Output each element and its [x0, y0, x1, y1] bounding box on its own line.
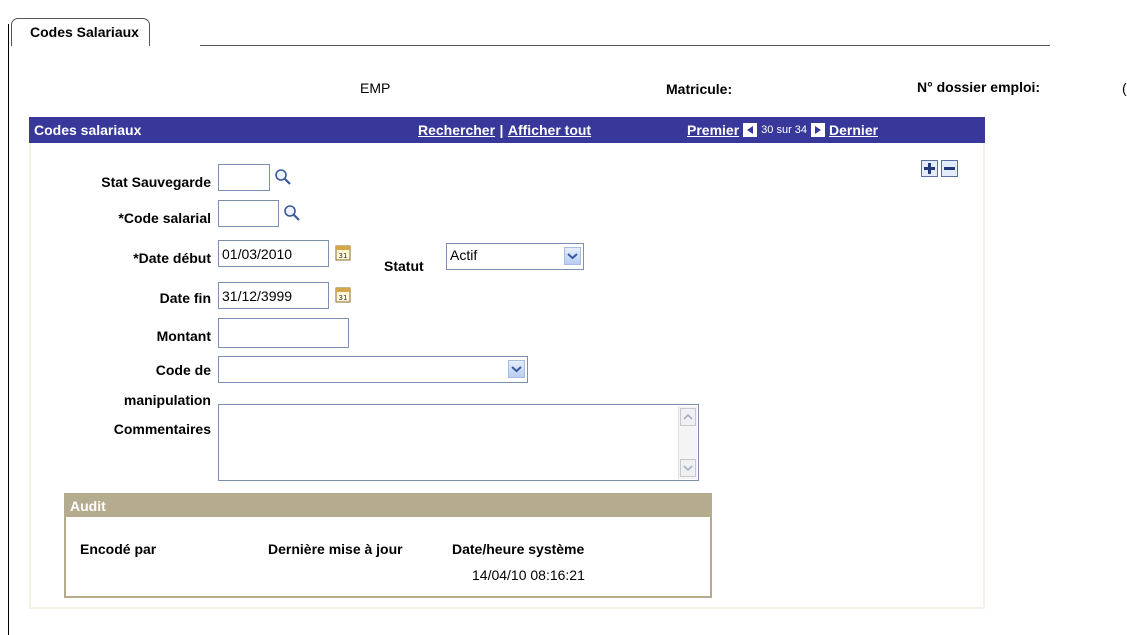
commentaires-label: Commentaires [113, 421, 211, 437]
date-heure-systeme-label: Date/heure système [452, 541, 585, 557]
plus-icon [924, 163, 935, 174]
date-fin-input[interactable] [218, 282, 329, 309]
scroll-up-icon[interactable] [680, 408, 696, 426]
statut-label: Statut [384, 258, 424, 274]
dossier-emploi-value: ( [1122, 80, 1127, 96]
commentaires-scrollbar[interactable] [678, 406, 697, 479]
chevron-down-icon [508, 360, 525, 378]
date-debut-label: *Date début [133, 250, 211, 266]
minus-icon [944, 167, 955, 170]
row-position: 30 sur 34 [761, 124, 808, 136]
code-salarial-label: *Code salarial [118, 210, 211, 226]
dernier-link[interactable]: Dernier [829, 122, 878, 138]
rechercher-link[interactable]: Rechercher [418, 122, 495, 138]
commentaires-textarea[interactable] [218, 404, 699, 481]
grid-title: Codes salariaux [34, 122, 142, 138]
calendar-icon[interactable]: 31 [335, 245, 351, 261]
dossier-emploi-label: N° dossier emploi: [917, 79, 1041, 95]
code-manipulation-label-line2: manipulation [123, 392, 211, 408]
statut-value: Actif [450, 247, 478, 263]
svg-text:31: 31 [339, 252, 348, 260]
chevron-down-icon [564, 247, 581, 265]
next-arrow-icon[interactable] [811, 123, 826, 137]
montant-label: Montant [156, 328, 211, 344]
code-manipulation-select[interactable] [218, 356, 528, 383]
code-manipulation-label-line1: Code de [155, 362, 211, 378]
encode-par-label: Encodé par [80, 541, 157, 557]
lookup-icon[interactable] [274, 168, 292, 186]
matricule-label: Matricule: [666, 81, 733, 97]
date-debut-input[interactable] [218, 240, 329, 267]
link-separator: | [499, 122, 504, 138]
page-frame-left-border [8, 24, 9, 635]
add-row-button[interactable] [921, 160, 938, 177]
statut-select[interactable]: Actif [446, 243, 584, 270]
audit-title: Audit [70, 498, 106, 514]
tab-baseline [200, 45, 1050, 46]
svg-text:31: 31 [339, 294, 348, 302]
date-fin-label: Date fin [159, 290, 211, 306]
scroll-down-icon[interactable] [680, 459, 696, 477]
tab-label: Codes Salariaux [30, 24, 139, 40]
audit-section: Audit Encodé par Dernière mise à jour Da… [64, 493, 712, 598]
derniere-mise-a-jour-label: Dernière mise à jour [268, 541, 403, 557]
stat-sauvegarde-label: Stat Sauvegarde [101, 174, 211, 190]
stat-sauvegarde-input[interactable] [218, 164, 270, 191]
tab-codes-salariaux[interactable]: Codes Salariaux [11, 18, 150, 46]
date-heure-systeme-value: 14/04/10 08:16:21 [472, 567, 585, 583]
previous-arrow-icon[interactable] [743, 123, 758, 137]
montant-input[interactable] [218, 318, 349, 348]
delete-row-button[interactable] [941, 160, 958, 177]
premier-link[interactable]: Premier [687, 122, 739, 138]
employee-name: EMP [360, 80, 391, 96]
audit-header [66, 495, 710, 517]
afficher-tout-link[interactable]: Afficher tout [508, 122, 591, 138]
lookup-icon[interactable] [283, 204, 301, 222]
calendar-icon[interactable]: 31 [335, 287, 351, 303]
code-salarial-input[interactable] [218, 200, 279, 227]
